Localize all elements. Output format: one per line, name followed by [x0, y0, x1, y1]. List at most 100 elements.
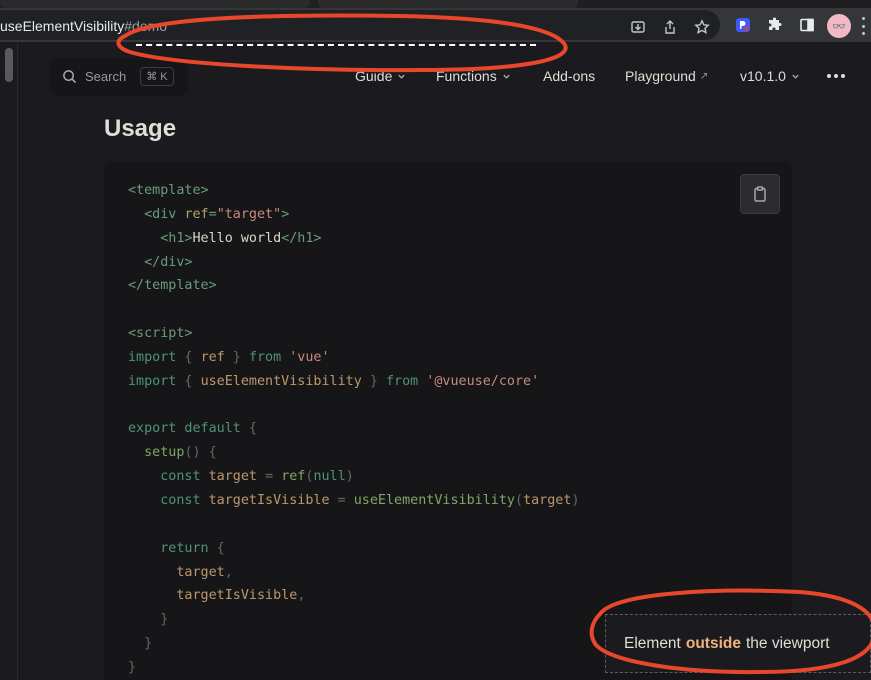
visibility-suffix: the viewport [746, 634, 830, 652]
code-token: from [386, 373, 419, 389]
code-token: <div [144, 206, 185, 222]
nav-item-guide[interactable]: Guide [355, 68, 406, 84]
nav-item-add-ons[interactable]: Add-ons [543, 68, 595, 84]
url-text[interactable]: useElementVisibility#demo [0, 18, 167, 34]
code-token: export default [128, 421, 241, 437]
code-line: import { ref } from 'vue' [128, 346, 580, 370]
code-token: <h1> [160, 230, 193, 246]
visibility-status: Element outside the viewport [605, 614, 871, 673]
code-token: return [160, 540, 209, 556]
code-line: <h1>Hello world</h1> [128, 227, 580, 251]
code-token: ref [184, 206, 209, 222]
side-panel-icon[interactable] [797, 15, 817, 35]
code-line: const targetIsVisible = useElementVisibi… [128, 489, 579, 513]
more-menu-icon[interactable] [827, 74, 845, 78]
code-token: } [224, 349, 249, 365]
browser-tab[interactable] [318, 0, 578, 8]
share-icon[interactable] [660, 17, 680, 37]
code-token: , [297, 588, 306, 604]
code-line: </div> [128, 251, 580, 275]
code-token: ref [200, 349, 225, 365]
code-line: return { [128, 537, 580, 561]
browser-toolbar: useElementVisibility#demo 👓 [0, 8, 871, 42]
code-token: "target" [216, 206, 282, 222]
code-token: useElementVisibility [353, 492, 515, 508]
code-token: target [523, 492, 572, 508]
clipboard-icon [754, 186, 766, 202]
code-block: <template> <div ref="target"> <h1>Hello … [104, 161, 792, 680]
bookmark-star-icon[interactable] [692, 17, 712, 37]
scrollbar-thumb[interactable] [5, 48, 13, 82]
code-token: target [176, 564, 225, 580]
nav-item-label: v10.1.0 [740, 68, 786, 84]
search-button[interactable]: Search ⌘ K [50, 57, 188, 96]
code-token: const [160, 469, 201, 485]
code-line: setup() { [128, 441, 580, 465]
code-line: <template> [128, 179, 580, 203]
code-line: targetIsVisible, [128, 584, 580, 608]
code-token: </h1> [281, 230, 322, 246]
nav-item-playground[interactable]: Playground ↗ [625, 68, 708, 84]
code-token: } [144, 636, 153, 652]
code-token: { [240, 421, 257, 437]
docs-page: Search ⌘ K Guide Functions Add-ons Playg… [0, 42, 871, 680]
code-line: } [128, 608, 580, 632]
code-line: import { useElementVisibility } from '@v… [128, 370, 580, 394]
code-token: '@vueuse/core' [418, 373, 540, 389]
code-token: = [329, 492, 354, 508]
visibility-prefix: Element [624, 634, 681, 652]
code-token: setup [144, 445, 185, 461]
code-token: = [257, 469, 282, 485]
code-token: from [248, 349, 282, 365]
url-hash: #demo [124, 18, 168, 34]
code-token: 'vue' [281, 349, 330, 365]
external-link-icon: ↗ [699, 70, 709, 82]
code-line: target, [128, 561, 580, 585]
nav-item-functions[interactable]: Functions [436, 68, 511, 84]
browser-menu-icon[interactable] [860, 17, 866, 35]
code-line: </template> [128, 274, 580, 298]
chevron-down-icon [792, 74, 799, 79]
code-line: export default { [128, 417, 580, 441]
code-line: <div ref="target"> [128, 203, 580, 227]
extensions-puzzle-icon[interactable] [765, 15, 785, 35]
profile-avatar[interactable]: 👓 [827, 14, 851, 38]
install-app-icon[interactable] [628, 17, 648, 37]
code-line: } [128, 656, 580, 680]
url-path: useElementVisibility [0, 18, 125, 34]
nav-item-version[interactable]: v10.1.0 [740, 68, 800, 84]
scrollbar-track[interactable] [0, 42, 18, 680]
code-token: null [313, 469, 346, 485]
code-token: ( [515, 492, 524, 508]
password-manager-extension-icon[interactable] [733, 15, 753, 35]
nav-item-label: Functions [436, 68, 497, 84]
nav-item-label: Guide [355, 68, 393, 84]
copy-code-button[interactable] [740, 174, 780, 214]
visibility-state: outside [685, 634, 741, 652]
nav-item-label: Playground [625, 68, 696, 84]
search-icon [63, 70, 77, 84]
address-bar[interactable]: useElementVisibility#demo [0, 10, 720, 40]
code-token: , [224, 564, 233, 580]
chevron-down-icon [398, 74, 406, 79]
browser-tab[interactable] [0, 0, 310, 8]
search-shortcut-badge: ⌘ K [140, 67, 174, 86]
code-token: const [160, 492, 201, 508]
code-line: const target = ref(null) [128, 465, 580, 489]
code-line: } [128, 632, 580, 656]
code-token: { [208, 540, 225, 556]
code-token: <script> [128, 326, 193, 342]
code-token: Hello world [192, 230, 282, 246]
nav-item-label: Add-ons [543, 68, 596, 84]
